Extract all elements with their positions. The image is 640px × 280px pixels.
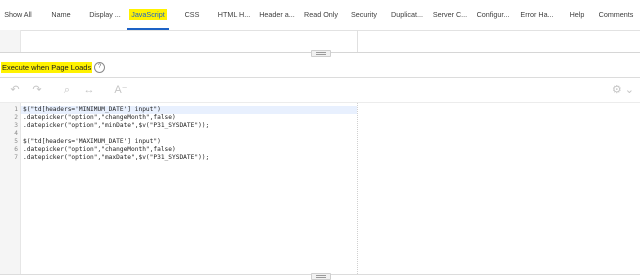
resize-handle[interactable] (311, 50, 331, 57)
code-editor[interactable]: ↶ ↷ ⌕ ↔ A⁻ ⚙ ⌄ 1 2 3 4 5 6 7 $("td[heade… (0, 77, 640, 275)
line-number: 2 (14, 114, 18, 121)
settings-icon[interactable]: ⚙ ⌄ (612, 83, 634, 97)
tab-server-cache[interactable]: Server C... (431, 0, 469, 30)
previous-editor-gutter (0, 30, 21, 52)
code-line: .datepicker("option","minDate",$v("P31_S… (23, 122, 210, 129)
code-line: .datepicker("option","changeMonth",false… (23, 114, 176, 121)
code-line: $("td[headers='MAXIMUM_DATE'] input") (23, 138, 161, 145)
font-size-icon[interactable]: A⁻ (112, 83, 130, 97)
code-line: $("td[headers='MINIMUM_DATE'] input") (23, 106, 161, 113)
line-number: 7 (14, 154, 18, 161)
tab-security[interactable]: Security (347, 0, 381, 30)
code-line: .datepicker("option","maxDate",$v("P31_S… (23, 154, 210, 161)
tab-css[interactable]: CSS (180, 0, 204, 30)
line-number: 6 (14, 146, 18, 153)
replace-icon[interactable]: ↔ (82, 83, 96, 97)
redo-icon[interactable]: ↷ (30, 83, 44, 97)
line-number: 1 (14, 106, 18, 113)
tab-comments[interactable]: Comments (595, 0, 637, 30)
tab-show-all[interactable]: Show All (0, 0, 36, 30)
tab-header-attributes[interactable]: Header a... (257, 0, 297, 30)
print-margin (357, 103, 358, 274)
tab-read-only[interactable]: Read Only (302, 0, 340, 30)
search-icon[interactable]: ⌕ (60, 83, 74, 97)
tab-html-header[interactable]: HTML H... (215, 0, 253, 30)
code-line: .datepicker("option","changeMonth",false… (23, 146, 176, 153)
line-number: 5 (14, 138, 18, 145)
tab-help[interactable]: Help (566, 0, 588, 30)
tab-error-handling[interactable]: Error Ha... (518, 0, 556, 30)
print-margin (357, 30, 358, 52)
tab-display[interactable]: Display ... (86, 0, 124, 30)
execute-when-page-loads-label: Execute when Page Loads (1, 62, 93, 73)
line-number-gutter: 1 2 3 4 5 6 7 (0, 103, 21, 274)
tab-javascript-label: JavaScript (129, 9, 167, 20)
tab-name[interactable]: Name (44, 0, 78, 30)
tab-duplicate[interactable]: Duplicat... (388, 0, 426, 30)
editor-toolbar: ↶ ↷ ⌕ ↔ A⁻ ⚙ ⌄ (0, 78, 640, 103)
undo-icon[interactable]: ↶ (8, 83, 22, 97)
line-number: 4 (14, 130, 18, 137)
property-tabs: Show All Name Display ... JavaScript CSS… (0, 0, 640, 31)
help-icon[interactable]: ? (94, 62, 105, 73)
tab-configuration[interactable]: Configur... (473, 0, 513, 30)
code-area[interactable]: 1 2 3 4 5 6 7 $("td[headers='MINIMUM_DAT… (0, 103, 640, 274)
tab-javascript[interactable]: JavaScript (127, 0, 169, 30)
line-number: 3 (14, 122, 18, 129)
